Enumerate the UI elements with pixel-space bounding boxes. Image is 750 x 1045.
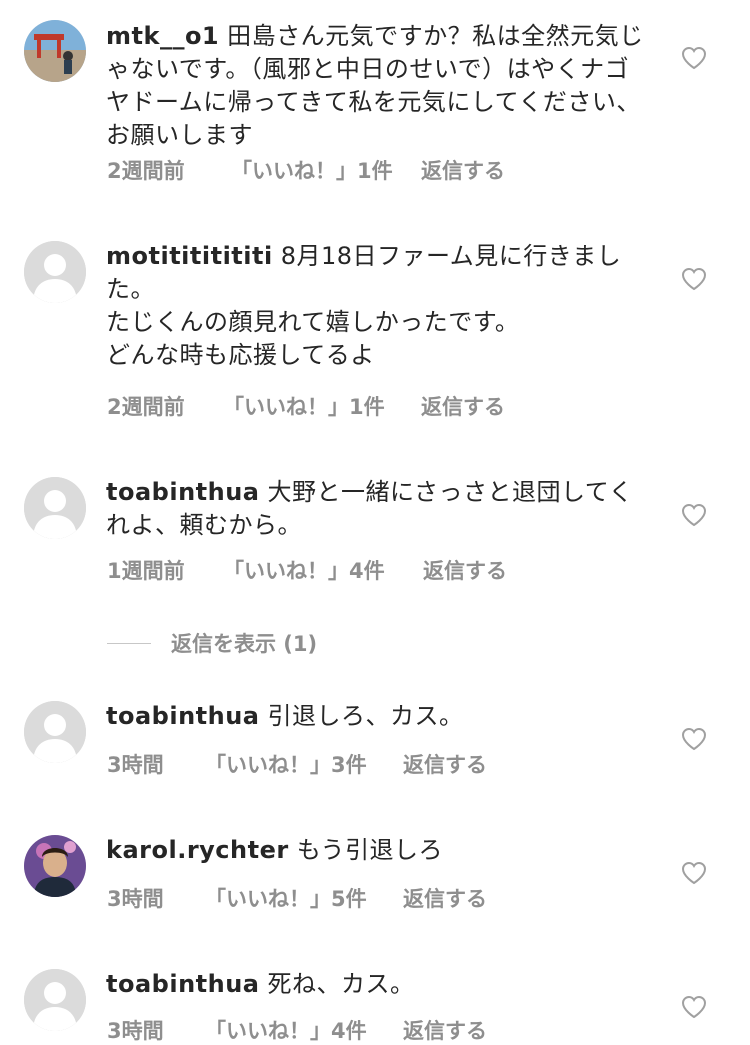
comment-username[interactable]: toabinthua [106, 702, 260, 730]
reply-button[interactable]: 返信する [421, 391, 505, 421]
user-photo-avatar-icon [24, 835, 86, 897]
comment-meta: 2週間前 「いいね！」1件 返信する [107, 391, 505, 421]
avatar[interactable] [24, 477, 86, 539]
comment-meta: 3時間 「いいね！」4件 返信する [107, 1015, 487, 1045]
comment-text: mtk__o1 田島さん元気ですか？私は全然元気じゃないです。（風邪と中日のせいで… [106, 20, 651, 152]
avatar[interactable] [24, 969, 86, 1031]
comment-username[interactable]: toabinthua [106, 478, 260, 506]
heart-outline-icon[interactable] [681, 861, 707, 885]
comment-meta: 3時間 「いいね！」5件 返信する [107, 883, 487, 913]
comment-time: 3時間 [107, 1019, 164, 1043]
avatar[interactable] [24, 20, 86, 82]
comment-text: toabinthua 大野と一緒にさっさと退団してくれよ、頼むから。 [106, 476, 651, 542]
view-replies-divider [107, 642, 151, 644]
reply-button[interactable]: 返信する [403, 749, 487, 779]
comment-likes-count[interactable]: 「いいね！」3件 [205, 749, 403, 779]
comment-body: 引退しろ、カス。 [267, 702, 464, 730]
default-user-avatar-icon [24, 241, 86, 303]
comment-username[interactable]: karol.rychter [106, 836, 289, 864]
comment-text: motitititititi 8月18日ファーム見に行きました。 たじくんの顔見れ… [106, 240, 651, 372]
comment-time: 1週間前 [107, 559, 185, 583]
comment-time: 3時間 [107, 753, 164, 777]
heart-outline-icon[interactable] [681, 503, 707, 527]
comment-username[interactable]: motitititititi [106, 242, 273, 270]
comment-likes-count[interactable]: 「いいね！」4件 [223, 555, 423, 585]
comment-likes-count[interactable]: 「いいね！」4件 [205, 1015, 403, 1045]
view-replies-button[interactable]: 返信を表示 (1) [107, 628, 317, 658]
comment-meta: 3時間 「いいね！」3件 返信する [107, 749, 487, 779]
comment-text: toabinthua 引退しろ、カス。 [106, 700, 651, 733]
heart-outline-icon[interactable] [681, 727, 707, 751]
comment-text: toabinthua 死ね、カス。 [106, 968, 651, 1001]
comment-meta: 1週間前 「いいね！」4件 返信する [107, 555, 507, 585]
reply-button[interactable]: 返信する [421, 155, 505, 185]
comment-meta: 2週間前 「いいね！」1件 返信する [107, 155, 505, 185]
comment-likes-count[interactable]: 「いいね！」1件 [231, 155, 421, 185]
comment-text: karol.rychter もう引退しろ [106, 834, 651, 867]
heart-outline-icon[interactable] [681, 995, 707, 1019]
comment-username[interactable]: mtk__o1 [106, 22, 219, 50]
comment-username[interactable]: toabinthua [106, 970, 260, 998]
heart-outline-icon[interactable] [681, 267, 707, 291]
avatar[interactable] [24, 835, 86, 897]
comment-time: 2週間前 [107, 395, 185, 419]
comment-time: 2週間前 [107, 159, 185, 183]
default-user-avatar-icon [24, 701, 86, 763]
comment-body: もう引退しろ [296, 836, 443, 864]
comment-likes-count[interactable]: 「いいね！」5件 [205, 883, 403, 913]
avatar[interactable] [24, 701, 86, 763]
user-photo-avatar-icon [24, 20, 86, 82]
reply-button[interactable]: 返信する [403, 1015, 487, 1045]
default-user-avatar-icon [24, 477, 86, 539]
view-replies-label: 返信を表示 (1) [171, 632, 318, 656]
comment-body: 死ね、カス。 [267, 970, 415, 998]
comment-time: 3時間 [107, 887, 164, 911]
heart-outline-icon[interactable] [681, 46, 707, 70]
default-user-avatar-icon [24, 969, 86, 1031]
reply-button[interactable]: 返信する [423, 555, 507, 585]
avatar[interactable] [24, 241, 86, 303]
comment-likes-count[interactable]: 「いいね！」1件 [223, 391, 421, 421]
reply-button[interactable]: 返信する [403, 883, 487, 913]
